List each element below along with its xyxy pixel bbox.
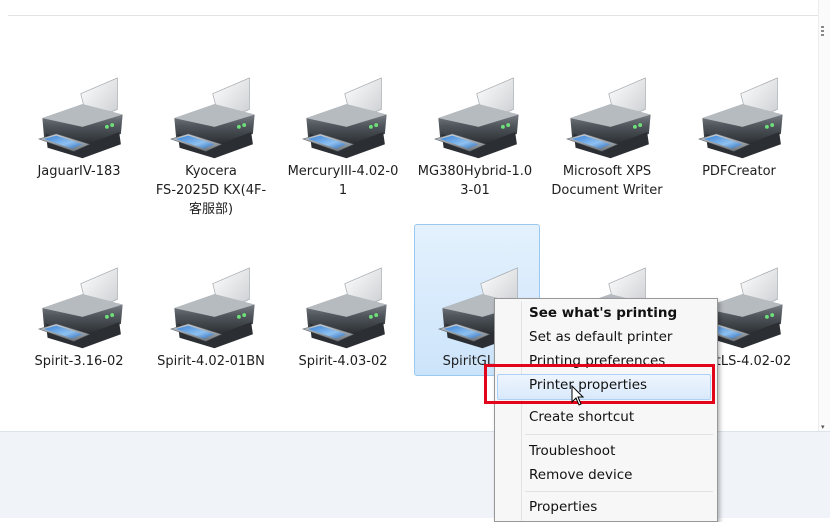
printer-item[interactable]: PDFCreator <box>678 64 800 181</box>
menu-item-create-shortcut[interactable]: Create shortcut <box>529 409 634 425</box>
printer-icon <box>566 77 652 159</box>
printer-label: JaguarIV-183 <box>37 164 121 179</box>
printer-label: MG380Hybrid-1.0 3-01 <box>417 164 533 198</box>
printer-label: MercuryIII-4.02-0 1 <box>287 164 399 198</box>
printer-item[interactable]: Spirit-3.16-02 <box>18 254 140 371</box>
printer-item[interactable]: JaguarIV-183 <box>18 64 140 181</box>
menu-separator <box>525 491 713 492</box>
scroll-down-arrow-icon[interactable]: ▾ <box>821 424 825 431</box>
printer-item[interactable]: Spirit-4.03-02 <box>282 254 404 371</box>
printer-icon <box>434 77 520 159</box>
printer-label: Microsoft XPS Document Writer <box>551 164 663 198</box>
printer-icon <box>38 267 124 349</box>
vertical-scrollbar[interactable]: ▾ <box>818 0 830 431</box>
menu-item-troubleshoot[interactable]: Troubleshoot <box>529 443 615 459</box>
annotation-highlight-box <box>484 364 715 404</box>
printer-item[interactable]: Kyocera FS-2025D KX(4F- 客服部) <box>150 64 272 219</box>
context-menu: See what's printing Set as default print… <box>494 298 718 522</box>
printer-icon <box>698 77 784 159</box>
menu-item-properties[interactable]: Properties <box>529 499 597 515</box>
printer-icon <box>38 77 124 159</box>
printer-icon <box>170 267 256 349</box>
printer-label: Kyocera FS-2025D KX(4F- 客服部) <box>155 164 267 217</box>
printer-icon <box>302 267 388 349</box>
printer-item[interactable]: Microsoft XPS Document Writer <box>546 64 668 200</box>
menu-item-remove-device[interactable]: Remove device <box>529 467 632 483</box>
printer-item[interactable]: MercuryIII-4.02-0 1 <box>282 64 404 200</box>
printer-icon <box>170 77 256 159</box>
mouse-cursor-icon <box>571 385 585 406</box>
printer-label: Spirit-3.16-02 <box>34 354 124 369</box>
printer-label: PDFCreator <box>702 164 776 179</box>
printer-item[interactable]: Spirit-4.02-01BN <box>150 254 272 371</box>
menu-item-see-whats-printing[interactable]: See what's printing <box>529 305 677 321</box>
printer-item[interactable]: MG380Hybrid-1.0 3-01 <box>414 64 536 200</box>
menu-separator <box>525 434 713 435</box>
printer-label: Spirit-4.03-02 <box>298 354 388 369</box>
menu-gutter <box>521 301 522 521</box>
header-divider <box>8 15 820 16</box>
printer-label: Spirit-4.02-01BN <box>157 354 265 369</box>
menu-item-set-default-printer[interactable]: Set as default printer <box>529 329 672 345</box>
printer-icon <box>302 77 388 159</box>
scrollbar-grip-icon[interactable] <box>821 26 824 36</box>
